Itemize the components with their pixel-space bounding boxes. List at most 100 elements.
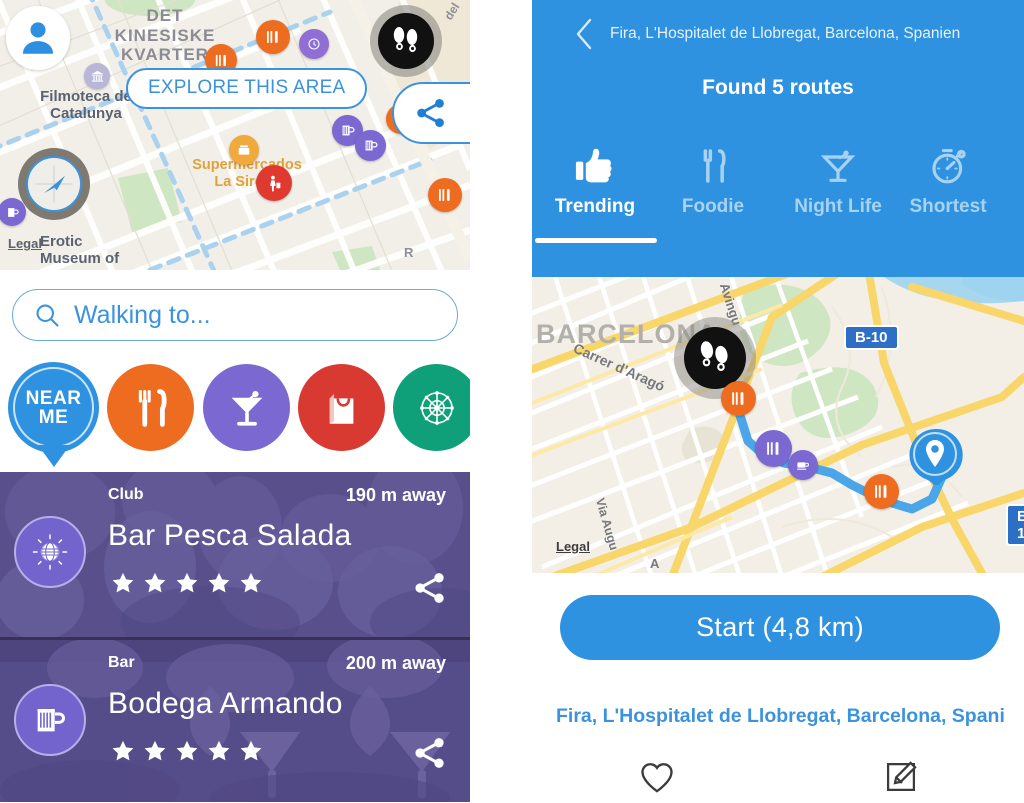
category-food[interactable] — [107, 364, 194, 451]
road-shield-b1: B-1 — [1006, 504, 1024, 546]
museum-icon — [91, 70, 103, 82]
star-icon — [176, 572, 198, 593]
footsteps-route-marker[interactable] — [370, 5, 442, 77]
map-label-a: A — [650, 556, 660, 571]
route-pin-restaurant-1[interactable] — [721, 381, 756, 416]
card-rating-stars — [110, 738, 264, 764]
beer-mug-icon — [7, 207, 19, 217]
fork-knife-icon-wrap — [693, 140, 733, 192]
route-filter-tabs: Trending Foodie Night Life Shortest — [532, 140, 1024, 240]
right-phone-panel: Fira, L'Hospitalet de Llobregat, Barcelo… — [532, 0, 1024, 803]
map-label-legal: Legal — [556, 539, 590, 554]
map-pin-supermarket[interactable] — [229, 135, 259, 165]
road-shield-b10: B-10 — [844, 325, 899, 350]
fork-knife-icon — [703, 149, 726, 183]
active-tab-underline — [535, 238, 657, 243]
ferris-wheel-icon — [419, 390, 454, 425]
route-header: Fira, L'Hospitalet de Llobregat, Barcelo… — [532, 0, 1024, 277]
map-explore-view[interactable]: DET KINESISKE KVARTER Filmoteca de Cataluny… — [0, 0, 470, 270]
tab-shortest[interactable]: Shortest — [878, 140, 1018, 240]
chevron-left-icon — [576, 18, 592, 50]
map-share-bubble[interactable] — [392, 82, 470, 144]
route-destination-address: Fira, L'Hospitalet de Llobregat, Barcelo… — [556, 705, 1005, 727]
fork-knife-icon — [267, 31, 278, 43]
tab-foodie[interactable]: Foodie — [653, 140, 773, 240]
edit-pencil-icon — [886, 761, 917, 792]
tab-label-trending: Trending — [554, 196, 636, 217]
share-icon — [417, 98, 444, 128]
map-pin-restaurant-3[interactable] — [428, 178, 462, 212]
venue-card[interactable]: Bar 200 m away Bodega Armando — [0, 637, 470, 802]
route-action-bar — [532, 755, 1024, 803]
tab-label-shortest: Shortest — [909, 196, 987, 217]
tab-trending[interactable]: Trending — [535, 140, 655, 240]
cocktail-icon — [231, 390, 262, 426]
route-pin-cafe[interactable] — [788, 450, 818, 480]
search-input[interactable]: Walking to... — [12, 289, 458, 341]
category-shopping[interactable] — [298, 364, 385, 451]
fork-knife-icon — [439, 189, 450, 201]
map-poi-label-erotic-museum: Erotic Museum of — [40, 233, 120, 268]
footsteps-marker-icon — [393, 27, 418, 53]
map-pin-nightlife-1[interactable] — [299, 29, 329, 59]
map-label-r: R — [404, 245, 414, 260]
cafe-icon — [797, 462, 809, 470]
map-pin-beer-2[interactable] — [355, 130, 386, 161]
venue-card[interactable]: Club 190 m away Bar Pesca Salada — [0, 472, 470, 637]
card-rating-stars — [110, 570, 264, 596]
left-phone-panel: DET KINESISKE KVARTER Filmoteca de Cataluny… — [0, 0, 470, 803]
star-icon — [176, 740, 198, 761]
star-icon — [240, 740, 262, 761]
start-route-button[interactable]: Start (4,8 km) — [560, 595, 1000, 660]
star-icon — [144, 572, 166, 593]
favorite-heart-icon — [641, 763, 673, 793]
shop-icon — [238, 145, 250, 155]
star-icon — [208, 740, 230, 761]
route-pin-restaurant-2[interactable] — [755, 430, 792, 467]
map-label-legal: Legal — [8, 236, 42, 251]
fork-knife-icon — [875, 485, 887, 498]
card-distance-label: 200 m away — [345, 653, 446, 673]
stopwatch-icon — [932, 149, 966, 184]
map-pin-restaurant-1[interactable] — [256, 20, 290, 54]
star-icon — [208, 572, 230, 593]
destination-marker[interactable] — [906, 427, 964, 485]
beer-mug-icon — [37, 709, 65, 732]
star-icon — [112, 572, 134, 593]
category-filter-row: NEAR ME — [0, 352, 470, 470]
search-section: Walking to... — [0, 270, 470, 348]
card-share-button[interactable] — [412, 735, 448, 776]
person-shopping-icon — [269, 175, 280, 191]
fork-knife-icon — [138, 388, 167, 427]
compass-button[interactable] — [18, 148, 90, 220]
favorite-button[interactable] — [633, 755, 681, 799]
category-near-me[interactable]: NEAR ME — [8, 362, 99, 453]
card-icon-disco — [14, 516, 86, 588]
beer-mug-icon — [365, 140, 378, 151]
edit-route-button[interactable] — [877, 755, 925, 799]
share-icon — [415, 573, 444, 603]
footsteps-marker-icon — [700, 341, 728, 371]
tab-label-foodie: Foodie — [681, 196, 745, 217]
category-nightlife[interactable] — [203, 364, 290, 451]
stopwatch-icon-wrap — [927, 140, 969, 192]
category-attractions[interactable] — [393, 364, 470, 451]
fork-knife-icon — [767, 442, 779, 455]
search-placeholder-text: Walking to... — [74, 300, 211, 329]
map-pin-shopping[interactable] — [256, 165, 292, 201]
route-map-view[interactable]: BARCELONA Carrer d'Aragó Avingu Via Augu… — [532, 277, 1024, 573]
route-pin-restaurant-3[interactable] — [864, 474, 899, 509]
near-me-label: NEAR ME — [26, 389, 82, 427]
user-avatar-button[interactable] — [6, 6, 70, 70]
venue-card-list: Club 190 m away Bar Pesca Salada Bar 200… — [0, 472, 470, 803]
compass-navigation-icon — [35, 165, 73, 203]
clock-icon — [308, 38, 320, 50]
card-share-button[interactable] — [412, 570, 448, 611]
beer-mug-icon — [342, 125, 355, 136]
share-icon — [415, 738, 444, 768]
back-button[interactable] — [568, 14, 600, 54]
map-pin-museum[interactable] — [84, 63, 110, 89]
explore-this-area-button[interactable]: EXPLORE THIS AREA — [126, 68, 368, 109]
route-origin-address: Fira, L'Hospitalet de Llobregat, Barcelo… — [610, 25, 961, 42]
fork-knife-icon — [732, 392, 744, 405]
